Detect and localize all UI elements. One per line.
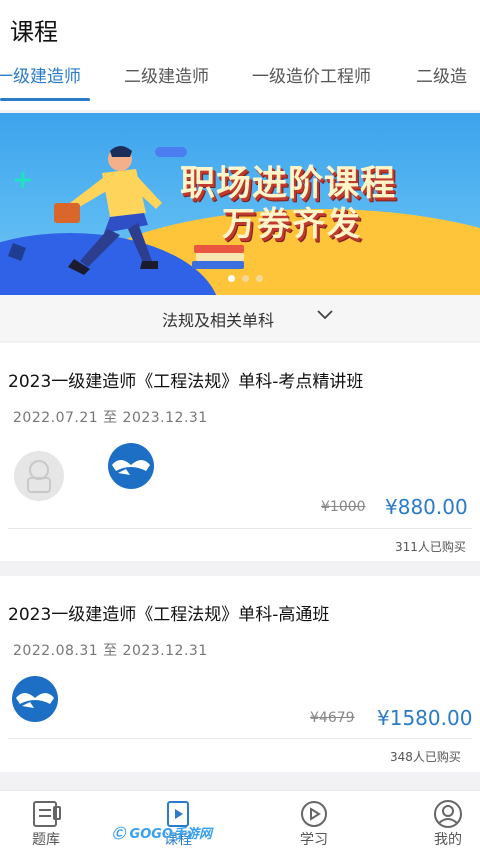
tabbar-item-profile[interactable]: 我的 xyxy=(408,791,480,853)
pagination-dot xyxy=(228,275,235,282)
divider xyxy=(8,528,472,529)
course-date-range: 2022.08.31 至 2023.12.31 xyxy=(13,643,208,659)
buyer-count: 311人已购买 xyxy=(395,540,466,554)
plus-icon: + xyxy=(12,165,34,195)
course-date-range: 2022.07.21 至 2023.12.31 xyxy=(13,410,208,426)
divider xyxy=(8,738,472,739)
banner-subheadline: 万券齐发 xyxy=(222,204,362,243)
tabbar-item-study[interactable]: 学习 xyxy=(274,791,354,853)
books-illustration xyxy=(192,245,244,269)
original-price: ¥4679 xyxy=(310,710,355,726)
bottom-tab-bar: 题库 课程 学习 我的 xyxy=(0,790,480,853)
subject-filter[interactable]: 法规及相关单科 xyxy=(0,295,480,341)
page-title: 课程 xyxy=(10,18,58,46)
tab-first-class-cost-engineer[interactable]: 一级造价工程师 xyxy=(252,62,371,87)
watermark-logo: Ⓒ GOGO手游网 xyxy=(112,827,212,842)
pagination-dot xyxy=(256,275,263,282)
chevron-down-icon xyxy=(317,310,333,320)
course-title: 2023一级建造师《工程法规》单科-考点精讲班 xyxy=(8,372,364,392)
page-header: 课程 xyxy=(0,0,480,58)
tabbar-label: 题库 xyxy=(32,832,60,848)
category-tabs: 一级建造师 二级建造师 一级造价工程师 二级造 xyxy=(0,58,480,110)
tab-second-class-constructor[interactable]: 二级建造师 xyxy=(124,62,209,87)
tabbar-label: 我的 xyxy=(434,832,462,848)
teacher-avatar xyxy=(14,451,64,501)
tab-second-class-cost[interactable]: 二级造 xyxy=(416,62,467,87)
question-bank-icon xyxy=(33,801,61,827)
original-price: ¥1000 xyxy=(321,499,366,515)
buyer-count: 348人已购买 xyxy=(390,750,461,764)
sale-price: ¥1580.00 xyxy=(377,706,473,730)
study-play-icon xyxy=(301,801,327,827)
course-card[interactable]: 2023一级建造师《工程法规》单科-考点精讲班 2022.07.21 至 202… xyxy=(0,343,480,561)
profile-icon xyxy=(434,800,462,828)
brand-logo-icon xyxy=(12,676,58,722)
sale-price: ¥880.00 xyxy=(385,495,468,519)
running-man-illustration xyxy=(54,146,162,275)
course-title: 2023一级建造师《工程法规》单科-高通班 xyxy=(8,605,330,625)
teacher-avatar xyxy=(10,674,60,724)
tabbar-label: 学习 xyxy=(300,832,328,848)
active-tab-indicator xyxy=(0,98,90,101)
subject-filter-label: 法规及相关单科 xyxy=(162,311,275,330)
tabbar-item-course[interactable]: 课程 xyxy=(138,791,218,853)
course-card[interactable]: 2023一级建造师《工程法规》单科-高通班 2022.08.31 至 2023.… xyxy=(0,576,480,772)
brand-logo-icon xyxy=(108,443,154,489)
default-avatar-icon xyxy=(27,460,51,493)
teacher-avatar xyxy=(106,441,156,491)
promo-banner[interactable]: + 职场进阶课程 万券齐发 xyxy=(0,113,480,295)
tabbar-item-question-bank[interactable]: 题库 xyxy=(6,791,86,853)
pagination-dot xyxy=(242,275,249,282)
tab-first-class-constructor[interactable]: 一级建造师 xyxy=(0,62,81,87)
